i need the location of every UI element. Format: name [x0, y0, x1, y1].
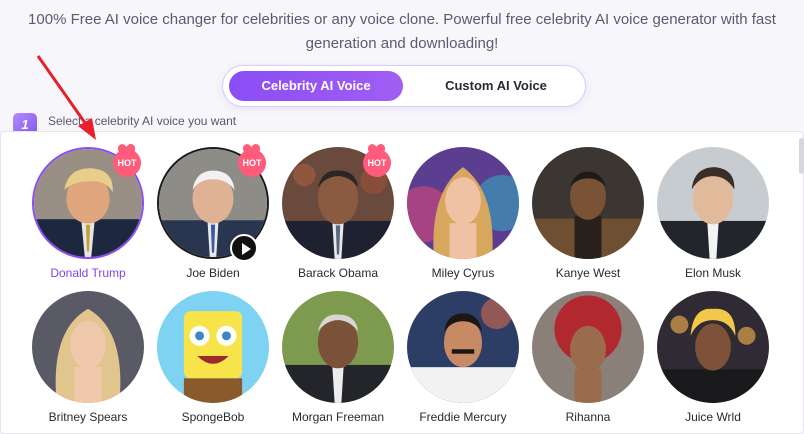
voice-card-britney-spears[interactable]: Britney Spears — [25, 291, 151, 431]
voice-card-elon-musk[interactable]: Elon Musk — [650, 147, 776, 287]
intro-text: 100% Free AI voice changer for celebriti… — [0, 8, 804, 56]
voice-type-tabs: Celebrity AI Voice Custom AI Voice — [222, 65, 586, 107]
voice-card-donald-trump[interactable]: HOT Donald Trump — [25, 147, 151, 287]
avatar — [32, 291, 144, 403]
hot-badge: HOT — [363, 149, 391, 177]
scrollbar-thumb[interactable] — [799, 138, 804, 174]
avatar — [282, 291, 394, 403]
voice-card-barack-obama[interactable]: HOT Barack Obama — [275, 147, 401, 287]
play-icon[interactable] — [230, 234, 258, 262]
voice-name: Rihanna — [565, 410, 611, 424]
intro-line-2: generation and downloading! — [305, 35, 499, 52]
voice-name: Kanye West — [555, 266, 621, 280]
voice-name: Freddie Mercury — [419, 410, 507, 424]
avatar — [657, 147, 769, 259]
tab-custom-ai-voice[interactable]: Custom AI Voice — [411, 71, 581, 101]
voice-card-kanye-west[interactable]: Kanye West — [525, 147, 651, 287]
avatar — [532, 291, 644, 403]
voice-card-freddie-mercury[interactable]: Freddie Mercury — [400, 291, 526, 431]
voice-card-juice-wrld[interactable]: Juice Wrld — [650, 291, 776, 431]
voice-card-joe-biden[interactable]: HOT Joe Biden — [150, 147, 276, 287]
hot-badge: HOT — [113, 149, 141, 177]
hot-badge: HOT — [238, 149, 266, 177]
avatar — [532, 147, 644, 259]
voice-name: Miley Cyrus — [431, 266, 495, 280]
voice-name: SpongeBob — [181, 410, 245, 424]
voice-name: Elon Musk — [684, 266, 742, 280]
tab-celebrity-ai-voice[interactable]: Celebrity AI Voice — [229, 71, 403, 101]
voice-card-spongebob[interactable]: SpongeBob — [150, 291, 276, 431]
voice-name: Britney Spears — [48, 410, 128, 424]
voice-card-morgan-freeman[interactable]: Morgan Freeman — [275, 291, 401, 431]
voice-name: Donald Trump — [50, 266, 126, 280]
avatar — [157, 291, 269, 403]
voice-card-rihanna[interactable]: Rihanna — [525, 291, 651, 431]
voice-name: Joe Biden — [186, 266, 240, 280]
voice-card-miley-cyrus[interactable]: Miley Cyrus — [400, 147, 526, 287]
avatar — [407, 147, 519, 259]
avatar — [407, 291, 519, 403]
voice-name: Juice Wrld — [685, 410, 741, 424]
avatar — [657, 291, 769, 403]
voice-name: Morgan Freeman — [291, 410, 385, 424]
pointer-arrow-icon — [36, 55, 96, 140]
intro-line-1: 100% Free AI voice changer for celebriti… — [28, 11, 776, 28]
voice-name: Barack Obama — [297, 266, 379, 280]
